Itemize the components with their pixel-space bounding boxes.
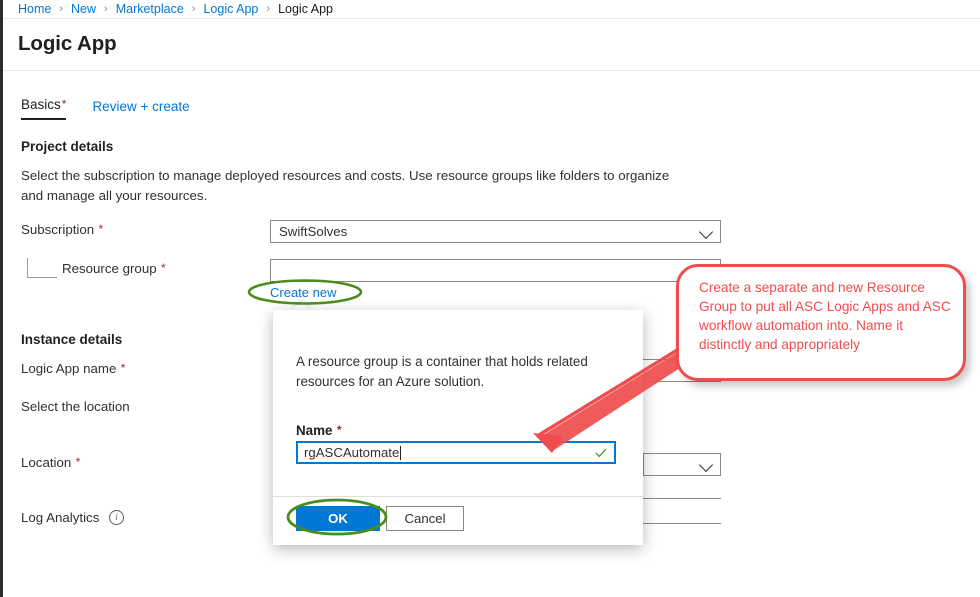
azure-portal-blade: Home › New › Marketplace › Logic App › L… [0, 0, 980, 597]
required-asterisk: * [333, 423, 342, 437]
breadcrumb-item-logic-app[interactable]: Logic App [203, 2, 258, 16]
log-analytics-label: Log Analytics [21, 510, 100, 525]
resource-group-name-input[interactable]: rgASCAutomate [296, 441, 616, 464]
subscription-select[interactable]: SwiftSolves [270, 220, 721, 243]
subscription-label-text: Subscription [21, 222, 95, 237]
required-asterisk: * [72, 455, 81, 469]
tab-review-create-label: Review + create [92, 99, 190, 114]
breadcrumb: Home › New › Marketplace › Logic App › L… [3, 0, 980, 19]
location-select[interactable] [643, 453, 721, 476]
breadcrumb-separator-icon: › [191, 3, 196, 15]
ok-button[interactable]: OK [296, 506, 380, 531]
page-title: Logic App [18, 32, 117, 55]
location-label: Location * [21, 455, 80, 470]
resource-group-tree-connector [27, 258, 57, 278]
required-asterisk: * [157, 261, 166, 275]
breadcrumb-item-new[interactable]: New [71, 2, 96, 16]
cancel-button[interactable]: Cancel [386, 506, 464, 531]
tab-basics[interactable]: Basics* [21, 97, 67, 120]
create-resource-group-dialog: A resource group is a container that hol… [273, 310, 643, 545]
breadcrumb-separator-icon: › [59, 3, 64, 15]
annotation-callout: Create a separate and new Resource Group… [676, 264, 966, 381]
dialog-footer: OK Cancel [273, 496, 643, 545]
info-icon[interactable]: i [109, 510, 124, 525]
tab-list: Basics* Review + create [21, 97, 190, 120]
text-caret [400, 445, 402, 460]
required-asterisk: * [61, 97, 67, 111]
required-asterisk: * [117, 361, 126, 375]
breadcrumb-item-marketplace[interactable]: Marketplace [116, 2, 184, 16]
annotation-callout-text: Create a separate and new Resource Group… [699, 280, 951, 352]
title-bar: Logic App [3, 19, 980, 71]
required-asterisk: * [95, 222, 104, 236]
tab-review-create[interactable]: Review + create [92, 99, 189, 120]
chevron-down-icon [698, 224, 714, 239]
tab-basics-label: Basics [21, 97, 61, 112]
breadcrumb-separator-icon: › [266, 3, 271, 15]
chevron-down-icon [698, 457, 714, 472]
project-details-description: Select the subscription to manage deploy… [21, 168, 670, 203]
logic-app-name-label: Logic App name * [21, 361, 125, 376]
breadcrumb-item-current: Logic App [278, 2, 333, 16]
project-details-heading: Project details [21, 139, 114, 154]
subscription-value: SwiftSolves [279, 224, 348, 239]
dialog-name-label: Name * [296, 423, 342, 438]
breadcrumb-item-home[interactable]: Home [18, 2, 51, 16]
log-analytics-toggle-area[interactable] [643, 498, 721, 524]
location-label-text: Location [21, 455, 72, 470]
resource-group-label-text: Resource group [62, 261, 157, 276]
create-new-link[interactable]: Create new [270, 285, 336, 300]
check-icon [595, 448, 607, 458]
resource-group-label: Resource group * [62, 261, 166, 276]
resource-group-name-value: rgASCAutomate [304, 445, 400, 460]
dialog-name-label-text: Name [296, 423, 333, 438]
dialog-description: A resource group is a container that hol… [296, 354, 588, 389]
breadcrumb-separator-icon: › [104, 3, 108, 15]
resource-group-input[interactable] [270, 259, 721, 282]
select-location-label: Select the location [21, 399, 130, 414]
instance-details-heading: Instance details [21, 332, 123, 347]
logic-app-name-label-text: Logic App name [21, 361, 117, 376]
subscription-label: Subscription * [21, 222, 103, 237]
